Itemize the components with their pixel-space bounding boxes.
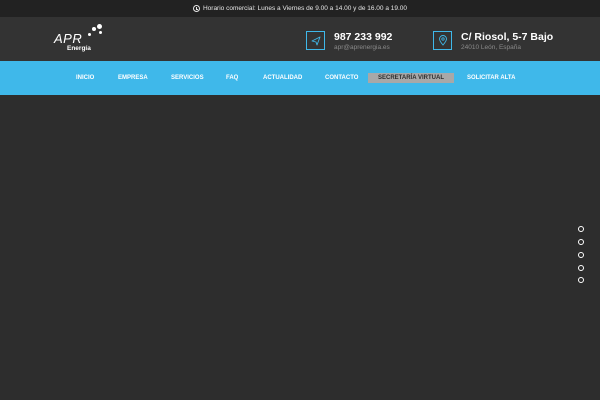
nav-solicitar-alta[interactable]: SOLICITAR ALTA <box>467 73 515 83</box>
clock-icon <box>192 5 200 12</box>
logo-dot <box>97 24 102 29</box>
phone-contact: 987 233 992 apr@aprenergia.es <box>306 31 392 52</box>
map-pin-icon <box>433 31 452 50</box>
send-icon <box>306 31 325 50</box>
phone-number[interactable]: 987 233 992 <box>334 31 392 43</box>
top-info-bar: Horario comercial: Lunes a Viernes de 9.… <box>0 0 600 17</box>
hero-slider <box>0 95 600 400</box>
slider-dot[interactable] <box>578 252 584 258</box>
business-hours-text: Horario comercial: Lunes a Viernes de 9.… <box>202 5 408 12</box>
city-address: 24010 León, España <box>461 44 521 51</box>
nav-servicios[interactable]: SERVICIOS <box>171 73 204 83</box>
slider-dot[interactable] <box>578 265 584 271</box>
nav-contacto[interactable]: CONTACTO <box>325 73 358 83</box>
logo-main-text: APR <box>54 31 83 46</box>
nav-inicio[interactable]: INICIO <box>76 73 94 83</box>
email-address[interactable]: apr@aprenergia.es <box>334 43 392 52</box>
main-navigation: INICIO EMPRESA SERVICIOS FAQ ACTUALIDAD … <box>0 61 600 95</box>
logo-sub-text: Energía <box>67 45 91 52</box>
address-contact: C/ Riosol, 5-7 Bajo 24010 León, España <box>433 31 553 52</box>
logo-dot <box>92 27 96 31</box>
site-header: APR Energía 987 233 992 apr@aprenergia.e… <box>0 17 600 61</box>
nav-empresa[interactable]: EMPRESA <box>118 73 148 83</box>
logo-dot <box>88 33 91 36</box>
logo-dot <box>99 31 102 34</box>
slider-dot[interactable] <box>578 226 584 232</box>
slider-dot[interactable] <box>578 277 584 283</box>
nav-secretaria-virtual[interactable]: SECRETARÍA VIRTUAL <box>368 73 454 83</box>
nav-actualidad[interactable]: ACTUALIDAD <box>263 73 302 83</box>
slider-dot[interactable] <box>578 239 584 245</box>
nav-faq[interactable]: FAQ <box>226 73 238 83</box>
street-address: C/ Riosol, 5-7 Bajo <box>461 31 554 43</box>
site-logo[interactable]: APR Energía <box>54 24 114 55</box>
